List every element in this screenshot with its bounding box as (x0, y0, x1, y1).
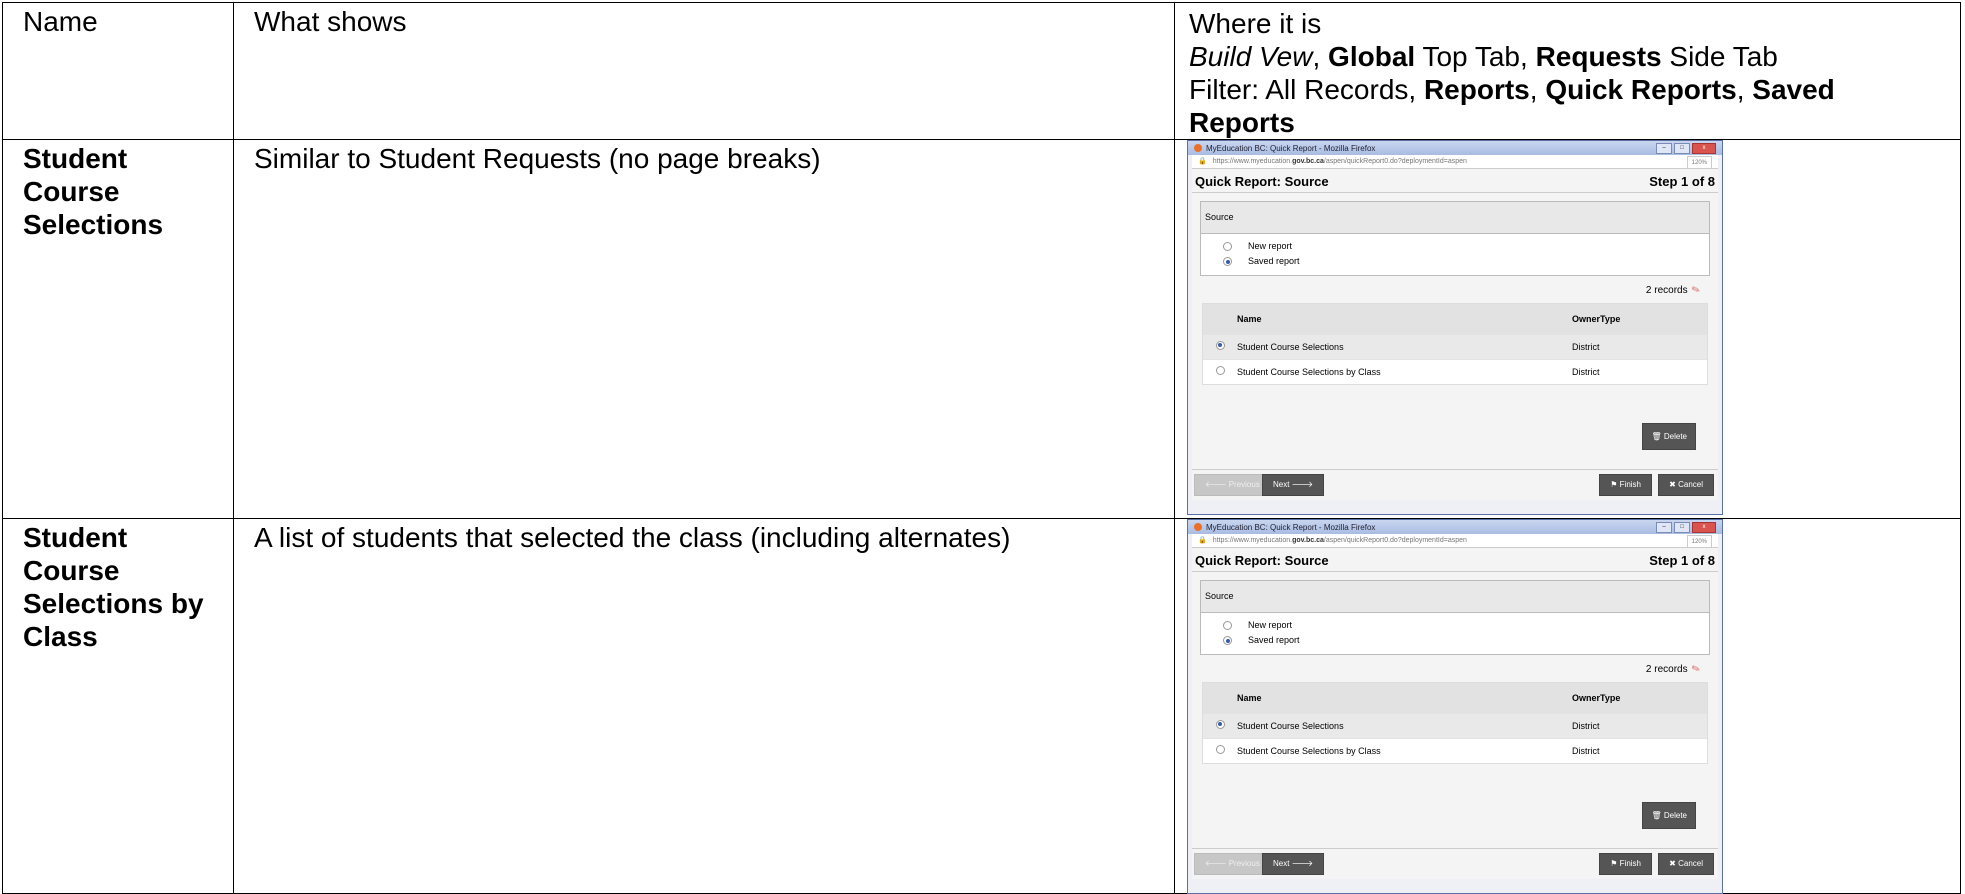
dialog-heading: Quick Report: Source (1195, 553, 1329, 568)
table-row: Student Course Selections by Class A lis… (2, 518, 1961, 894)
dialog-footer: 🡐 Previous Next 🡒 ⚑ Finish ✖ Cancel (1192, 848, 1718, 879)
table-row: Student Course Selections Similar to Stu… (2, 139, 1961, 519)
radio-icon[interactable] (1215, 744, 1225, 754)
option-new-report[interactable]: New report (1201, 613, 1709, 633)
header-row: Name What shows Where it is Build Vew, G… (2, 2, 1961, 140)
lock-icon: 🔒 (1198, 537, 1207, 544)
header-where: Where it is Build Vew, Global Top Tab, R… (1174, 2, 1961, 140)
row-name: Student Course Selections by Class (2, 518, 234, 894)
col-owner[interactable]: OwnerType (1572, 692, 1707, 705)
delete-button[interactable]: 🗑 Delete (1642, 423, 1696, 450)
row-name: Student Course Selections (2, 139, 234, 519)
table-row[interactable]: Student Course Selections by Class Distri… (1203, 738, 1707, 763)
maximize-icon[interactable]: □ (1674, 522, 1690, 533)
trash-icon: 🗑 (1651, 811, 1664, 820)
option-new-report[interactable]: New report (1201, 234, 1709, 254)
window-title-bar: MyEducation BC: Quick Report - Mozilla F… (1188, 520, 1722, 534)
radio-selected-icon[interactable] (1223, 257, 1232, 266)
next-button[interactable]: Next 🡒 (1262, 853, 1325, 875)
radio-icon[interactable] (1223, 621, 1232, 630)
previous-button[interactable]: 🡐 Previous (1194, 853, 1271, 875)
records-count: 2 records ✎ (1645, 662, 1702, 677)
next-button[interactable]: Next 🡒 (1262, 474, 1325, 496)
row-what: A list of students that selected the cla… (233, 518, 1175, 894)
col-name[interactable]: Name (1237, 692, 1572, 705)
url-bar[interactable]: 🔒 https://www.myeducation. gov.bc.ca/aspen… (1192, 534, 1718, 550)
option-saved-report[interactable]: Saved report (1201, 254, 1709, 269)
arrow-right-icon: 🡒 (1289, 480, 1314, 489)
row-screenshot-cell: MyEducation BC: Quick Report - Mozilla F… (1174, 518, 1961, 894)
table-row[interactable]: Student Course Selections by Class Distri… (1203, 359, 1707, 384)
eraser-icon[interactable]: ✎ (1690, 662, 1702, 677)
radio-selected-icon[interactable] (1215, 719, 1225, 729)
option-saved-report[interactable]: Saved report (1201, 633, 1709, 648)
window-title-bar: MyEducation BC: Quick Report - Mozilla F… (1188, 141, 1722, 155)
minimize-icon[interactable]: – (1656, 522, 1672, 533)
source-label: Source (1201, 202, 1709, 234)
dialog-page: Quick Report: Source Step 1 of 8 Source N… (1192, 169, 1718, 500)
close-icon: ✖ (1669, 859, 1679, 868)
previous-button[interactable]: 🡐 Previous (1194, 474, 1271, 496)
document-table: Name What shows Where it is Build Vew, G… (2, 2, 1961, 894)
where-path: Build Vew, Global Top Tab, Requests Side… (1189, 41, 1778, 72)
radio-icon[interactable] (1223, 242, 1232, 251)
source-label: Source (1201, 581, 1709, 613)
close-icon: ✖ (1669, 480, 1679, 489)
cancel-button[interactable]: ✖ Cancel (1658, 853, 1714, 875)
flag-icon: ⚑ (1610, 480, 1620, 489)
row-what: Similar to Student Requests (no page bre… (233, 139, 1175, 519)
maximize-icon[interactable]: □ (1674, 143, 1690, 154)
saved-reports-grid: Name OwnerType Student Course Selections D… (1202, 682, 1708, 764)
firefox-icon (1194, 523, 1202, 531)
finish-button[interactable]: ⚑ Finish (1599, 474, 1652, 496)
col-name[interactable]: Name (1237, 313, 1572, 326)
where-filter: Filter: All Records, Reports, Quick Repo… (1189, 74, 1835, 138)
flag-icon: ⚑ (1610, 859, 1620, 868)
arrow-left-icon: 🡐 (1205, 480, 1229, 489)
header-what: What shows (233, 2, 1175, 140)
radio-icon[interactable] (1215, 365, 1225, 375)
table-row[interactable]: Student Course Selections District (1203, 713, 1707, 738)
step-indicator: Step 1 of 8 (1649, 553, 1715, 568)
step-indicator: Step 1 of 8 (1649, 174, 1715, 189)
where-title: Where it is (1189, 8, 1322, 39)
dialog-footer: 🡐 Previous Next 🡒 ⚑ Finish ✖ Cancel (1192, 469, 1718, 500)
radio-selected-icon[interactable] (1223, 636, 1232, 645)
saved-reports-grid: Name OwnerType Student Course Selections D… (1202, 303, 1708, 385)
minimize-icon[interactable]: – (1656, 143, 1672, 154)
eraser-icon[interactable]: ✎ (1690, 283, 1702, 298)
source-box: Source New report Saved report (1200, 580, 1710, 655)
arrow-right-icon: 🡒 (1289, 859, 1314, 868)
source-box: Source New report Saved report (1200, 201, 1710, 276)
url-bar[interactable]: 🔒 https://www.myeducation. gov.bc.ca/aspen… (1192, 155, 1718, 171)
dialog-heading: Quick Report: Source (1195, 174, 1329, 189)
quick-report-screenshot: MyEducation BC: Quick Report - Mozilla F… (1187, 519, 1723, 894)
header-name: Name (2, 2, 234, 140)
delete-button[interactable]: 🗑 Delete (1642, 802, 1696, 829)
row-screenshot-cell: MyEducation BC: Quick Report - Mozilla F… (1174, 139, 1961, 519)
radio-selected-icon[interactable] (1215, 340, 1225, 350)
quick-report-screenshot: MyEducation BC: Quick Report - Mozilla F… (1187, 140, 1723, 515)
dialog-page: Quick Report: Source Step 1 of 8 Source N… (1192, 548, 1718, 879)
lock-icon: 🔒 (1198, 158, 1207, 165)
col-owner[interactable]: OwnerType (1572, 313, 1707, 326)
records-count: 2 records ✎ (1645, 283, 1702, 298)
grid-header: Name OwnerType (1203, 683, 1707, 713)
arrow-left-icon: 🡐 (1205, 859, 1229, 868)
table-row[interactable]: Student Course Selections District (1203, 334, 1707, 359)
grid-header: Name OwnerType (1203, 304, 1707, 334)
close-icon[interactable]: x (1692, 143, 1716, 154)
trash-icon: 🗑 (1651, 432, 1664, 441)
firefox-icon (1194, 144, 1202, 152)
cancel-button[interactable]: ✖ Cancel (1658, 474, 1714, 496)
finish-button[interactable]: ⚑ Finish (1599, 853, 1652, 875)
close-icon[interactable]: x (1692, 522, 1716, 533)
